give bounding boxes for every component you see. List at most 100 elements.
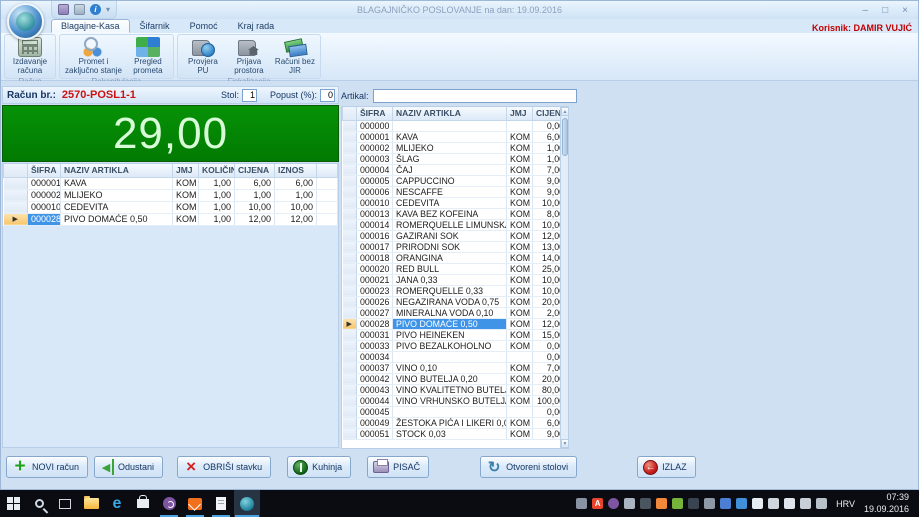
- taskbar-search-icon[interactable]: [26, 490, 52, 517]
- cell-jmj[interactable]: KOM: [507, 318, 533, 329]
- cell-naziv[interactable]: PIVO DOMAĆE 0,50: [61, 213, 173, 225]
- cell-jmj[interactable]: KOM: [507, 373, 533, 384]
- cell-naziv[interactable]: [393, 120, 507, 131]
- cell-sifra[interactable]: 000016: [357, 230, 393, 241]
- cell-jmj[interactable]: KOM: [507, 384, 533, 395]
- table-row[interactable]: 000016GAZIRANI SOKKOM12,00: [343, 230, 568, 241]
- cell-sifra[interactable]: 000002: [28, 189, 61, 201]
- cell-iznos[interactable]: 6,00: [275, 177, 317, 189]
- cell-naziv[interactable]: PRIRODNI SOK: [393, 241, 507, 252]
- cell-naziv[interactable]: NESCAFFE: [393, 186, 507, 197]
- cell-sifra[interactable]: 000026: [357, 296, 393, 307]
- cell-sifra[interactable]: 000018: [357, 252, 393, 263]
- cell-naziv[interactable]: CAPPUCCINO: [393, 175, 507, 186]
- language-indicator[interactable]: HRV: [832, 499, 859, 509]
- table-row[interactable]: 000037VINO 0,10KOM7,00: [343, 362, 568, 373]
- taskbar-start-icon[interactable]: [0, 490, 26, 517]
- app-menu-orb-button[interactable]: [7, 3, 44, 40]
- cell-naziv[interactable]: ŽESTOKA PIĆA I LIKERI 0,03: [393, 417, 507, 428]
- tray-onedrive-icon[interactable]: [624, 498, 635, 509]
- cell-sifra[interactable]: 000000: [357, 120, 393, 131]
- table-row[interactable]: 000017PRIRODNI SOKKOM13,00: [343, 241, 568, 252]
- cell-naziv[interactable]: PIVO HEINEKEN: [393, 329, 507, 340]
- cell-jmj[interactable]: KOM: [507, 428, 533, 439]
- taskbar-store-icon[interactable]: [130, 490, 156, 517]
- cell-kolicina[interactable]: 1,00: [199, 189, 235, 201]
- cell-_fill[interactable]: [317, 213, 338, 225]
- table-row[interactable]: 0000000,00: [343, 120, 568, 131]
- table-row[interactable]: 000021JANA 0,33KOM10,00: [343, 274, 568, 285]
- qat-dropdown-icon[interactable]: ▾: [106, 5, 110, 14]
- table-row[interactable]: 000018ORANGINAKOM14,00: [343, 252, 568, 263]
- cell-jmj[interactable]: KOM: [507, 274, 533, 285]
- cell-sifra[interactable]: 000005: [357, 175, 393, 186]
- tray-battery-icon[interactable]: [752, 498, 763, 509]
- cell-naziv[interactable]: KAVA: [61, 177, 173, 189]
- otvoreni-stolovi-button[interactable]: Otvoreni stolovi: [480, 456, 577, 478]
- cell-sifra[interactable]: 000013: [357, 208, 393, 219]
- cell-_fill[interactable]: [317, 201, 338, 213]
- cell-cijena[interactable]: 6,00: [235, 177, 275, 189]
- column-header[interactable]: NAZIV ARTIKLA: [393, 107, 507, 120]
- cell-kolicina[interactable]: 1,00: [199, 177, 235, 189]
- cell-sifra[interactable]: 000042: [357, 373, 393, 384]
- cell-sifra[interactable]: 000045: [357, 406, 393, 417]
- qat-print-icon[interactable]: [58, 4, 69, 15]
- table-row[interactable]: 000004ČAJKOM7,00: [343, 164, 568, 175]
- cell-jmj[interactable]: KOM: [173, 201, 199, 213]
- table-row[interactable]: 000013KAVA BEZ KOFEINAKOM8,00: [343, 208, 568, 219]
- cell-naziv[interactable]: ORANGINA: [393, 252, 507, 263]
- taskbar-clock[interactable]: 07:39 19.09.2016: [864, 492, 915, 515]
- cell-jmj[interactable]: KOM: [173, 189, 199, 201]
- cell-naziv[interactable]: PIVO DOMAĆE 0,50: [393, 318, 507, 329]
- table-row[interactable]: 000006NESCAFFEKOM9,00: [343, 186, 568, 197]
- tab--ifarnik[interactable]: Šifarnik: [130, 19, 180, 33]
- table-row[interactable]: 000043VINO KVALITETNO BUTELJA 0,70KOM80,…: [343, 384, 568, 395]
- cell-jmj[interactable]: KOM: [507, 340, 533, 351]
- cell-jmj[interactable]: KOM: [507, 197, 533, 208]
- cell-naziv[interactable]: GAZIRANI SOK: [393, 230, 507, 241]
- table-row[interactable]: 000001KAVAKOM6,00: [343, 131, 568, 142]
- cell-jmj[interactable]: KOM: [507, 307, 533, 318]
- column-header[interactable]: ŠIFRA: [357, 107, 393, 120]
- cell-sifra[interactable]: 000006: [357, 186, 393, 197]
- cell-naziv[interactable]: [393, 406, 507, 417]
- cell-jmj[interactable]: KOM: [507, 175, 533, 186]
- cell-jmj[interactable]: KOM: [507, 285, 533, 296]
- cell-jmj[interactable]: KOM: [507, 362, 533, 373]
- cell-sifra[interactable]: 000027: [357, 307, 393, 318]
- table-row[interactable]: 000027MINERALNA VODA 0,10KOM2,00: [343, 307, 568, 318]
- cell-sifra[interactable]: 000010: [357, 197, 393, 208]
- scrollbar-thumb[interactable]: [562, 118, 568, 156]
- scroll-down-icon[interactable]: ▼: [561, 439, 569, 448]
- cell-_fill[interactable]: [317, 189, 338, 201]
- tray-chat-icon[interactable]: [576, 498, 587, 509]
- kuhinja-button[interactable]: Kuhinja: [287, 456, 351, 478]
- table-row[interactable]: 000005CAPPUCCINOKOM9,00: [343, 175, 568, 186]
- cell-sifra[interactable]: 000033: [357, 340, 393, 351]
- cell-sifra[interactable]: 000049: [357, 417, 393, 428]
- cell-sifra[interactable]: 000001: [357, 131, 393, 142]
- taskbar-document-icon[interactable]: [208, 490, 234, 517]
- taskbar-viber-icon[interactable]: [156, 490, 182, 517]
- tray-viber-tray-icon[interactable]: [608, 498, 619, 509]
- table-row[interactable]: 0000340,00: [343, 351, 568, 362]
- cell-naziv[interactable]: VINO KVALITETNO BUTELJA 0,70: [393, 384, 507, 395]
- cell-naziv[interactable]: VINO 0,10: [393, 362, 507, 373]
- tray-touch-keyboard-icon[interactable]: [816, 498, 827, 509]
- column-header[interactable]: CIJENA: [235, 164, 275, 177]
- table-row[interactable]: ▶000028PIVO DOMAĆE 0,50KOM12,00: [343, 318, 568, 329]
- cell-sifra[interactable]: 000020: [357, 263, 393, 274]
- column-header[interactable]: KOLIČINA: [199, 164, 235, 177]
- taskbar-pos-app-icon[interactable]: [234, 490, 260, 517]
- column-header[interactable]: ŠIFRA: [28, 164, 61, 177]
- table-row[interactable]: 000020RED BULLKOM25,00: [343, 263, 568, 274]
- column-header[interactable]: NAZIV ARTIKLA: [61, 164, 173, 177]
- cell-jmj[interactable]: [507, 406, 533, 417]
- cell-jmj[interactable]: KOM: [173, 177, 199, 189]
- cell-naziv[interactable]: MLIJEKO: [393, 142, 507, 153]
- cell-jmj[interactable]: KOM: [507, 153, 533, 164]
- tray-bluetooth-icon[interactable]: [720, 498, 731, 509]
- cell-naziv[interactable]: CEDEVITA: [61, 201, 173, 213]
- maximize-button[interactable]: □: [882, 5, 888, 16]
